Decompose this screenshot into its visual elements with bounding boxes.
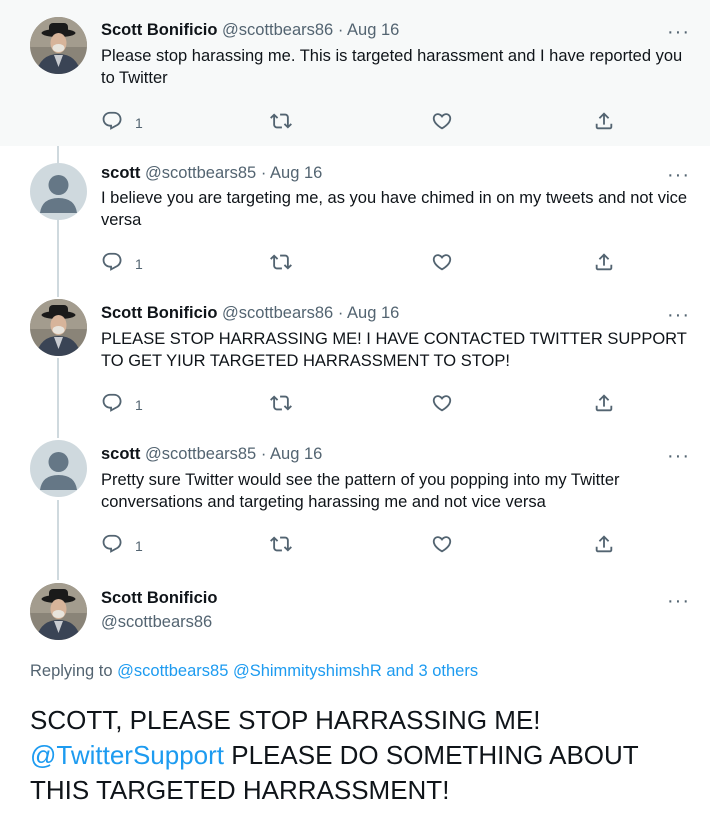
like-button[interactable] <box>431 392 453 417</box>
tweet-text: PLEASE STOP HARRASSING ME! I HAVE CONTAC… <box>101 330 687 370</box>
tweet[interactable]: scott @scottbears85 · Aug 16 ··· I belie… <box>0 146 710 287</box>
more-icon[interactable]: ··· <box>667 305 690 325</box>
tweet-header: Scott Bonificio @scottbears86 · Aug 16 <box>101 303 399 323</box>
more-icon[interactable]: ··· <box>667 22 690 42</box>
reply-count: 1 <box>135 537 143 554</box>
tweet-date[interactable]: Aug 16 <box>347 21 399 39</box>
tweet-actions: 1 <box>101 110 621 134</box>
focus-tweet-text: SCOTT, PLEASE STOP HARRASSING ME! @Twitte… <box>30 703 700 808</box>
avatar[interactable] <box>30 17 87 74</box>
avatar[interactable] <box>30 299 87 356</box>
share-icon <box>593 533 615 558</box>
author-handle[interactable]: @scottbears86 <box>222 21 333 39</box>
like-button[interactable] <box>431 533 453 558</box>
retweet-button[interactable] <box>270 533 292 558</box>
share-button[interactable] <box>593 110 615 135</box>
replying-prefix: Replying to <box>30 662 113 680</box>
author-name[interactable]: Scott Bonificio <box>101 589 217 608</box>
author-handle[interactable]: @scottbears85 <box>145 164 256 182</box>
share-icon <box>593 392 615 417</box>
more-icon[interactable]: ··· <box>667 446 690 466</box>
avatar[interactable] <box>30 583 87 640</box>
replying-others[interactable]: 3 others <box>418 662 478 680</box>
retweet-icon <box>270 110 292 135</box>
like-button[interactable] <box>431 110 453 135</box>
retweet-icon <box>270 251 292 276</box>
reply-count: 1 <box>135 255 143 272</box>
tweet-text: Pretty sure Twitter would see the patter… <box>101 471 620 511</box>
tweet-date[interactable]: Aug 16 <box>270 445 322 463</box>
tweet-actions: 1 <box>101 533 621 557</box>
reply-icon <box>101 533 123 558</box>
reply-icon <box>101 251 123 276</box>
separator: · <box>260 164 267 182</box>
replying-users[interactable]: @scottbears85 @ShimmityshimshR <box>117 662 382 680</box>
tweet-actions: 1 <box>101 251 621 275</box>
reply-button[interactable]: 1 <box>101 392 143 417</box>
share-button[interactable] <box>593 392 615 417</box>
author-name[interactable]: scott <box>101 445 140 463</box>
tweet-text: I believe you are targeting me, as you h… <box>101 189 688 229</box>
separator: · <box>337 304 344 322</box>
tweet-date[interactable]: Aug 16 <box>270 164 322 182</box>
retweet-icon <box>270 533 292 558</box>
like-icon <box>431 533 453 558</box>
separator: · <box>260 445 267 463</box>
reply-icon <box>101 110 123 135</box>
retweet-button[interactable] <box>270 251 292 276</box>
author-handle[interactable]: @scottbears86 <box>222 304 333 322</box>
reply-button[interactable]: 1 <box>101 251 143 276</box>
avatar[interactable] <box>30 440 87 497</box>
replying-to: Replying to @scottbears85 @Shimmityshims… <box>30 662 478 681</box>
share-button[interactable] <box>593 533 615 558</box>
retweet-icon <box>270 392 292 417</box>
like-icon <box>431 392 453 417</box>
separator: · <box>337 21 344 39</box>
author-name[interactable]: Scott Bonificio <box>101 304 217 322</box>
like-icon <box>431 251 453 276</box>
tweet-header: scott @scottbears85 · Aug 16 <box>101 163 322 183</box>
mention-link[interactable]: @TwitterSupport <box>30 740 224 770</box>
tweet-text: Please stop harassing me. This is target… <box>101 47 683 87</box>
retweet-button[interactable] <box>270 392 292 417</box>
focus-text-part1: SCOTT, PLEASE STOP HARRASSING ME! <box>30 705 541 735</box>
tweet-actions: 1 <box>101 392 621 416</box>
author-handle[interactable]: @scottbears85 <box>145 445 256 463</box>
tweet-date[interactable]: Aug 16 <box>347 304 399 322</box>
reply-count: 1 <box>135 114 143 131</box>
reply-count: 1 <box>135 396 143 413</box>
tweet[interactable]: scott @scottbears85 · Aug 16 ··· Pretty … <box>0 428 710 570</box>
more-icon[interactable]: ··· <box>667 591 690 611</box>
author-name[interactable]: Scott Bonificio <box>101 21 217 39</box>
avatar[interactable] <box>30 163 87 220</box>
reply-icon <box>101 392 123 417</box>
reply-button[interactable]: 1 <box>101 110 143 135</box>
like-icon <box>431 110 453 135</box>
share-icon <box>593 251 615 276</box>
share-icon <box>593 110 615 135</box>
tweet[interactable]: Scott Bonificio @scottbears86 · Aug 16 ·… <box>0 287 710 428</box>
like-button[interactable] <box>431 251 453 276</box>
tweet[interactable]: Scott Bonificio @scottbears86 · Aug 16 ·… <box>0 0 710 146</box>
author-handle[interactable]: @scottbears86 <box>101 613 212 632</box>
more-icon[interactable]: ··· <box>667 165 690 185</box>
author-name[interactable]: scott <box>101 164 140 182</box>
retweet-button[interactable] <box>270 110 292 135</box>
tweet-header: scott @scottbears85 · Aug 16 <box>101 444 322 464</box>
replying-and: and <box>386 662 414 680</box>
share-button[interactable] <box>593 251 615 276</box>
tweet-header: Scott Bonificio @scottbears86 · Aug 16 <box>101 20 399 40</box>
reply-button[interactable]: 1 <box>101 533 143 558</box>
